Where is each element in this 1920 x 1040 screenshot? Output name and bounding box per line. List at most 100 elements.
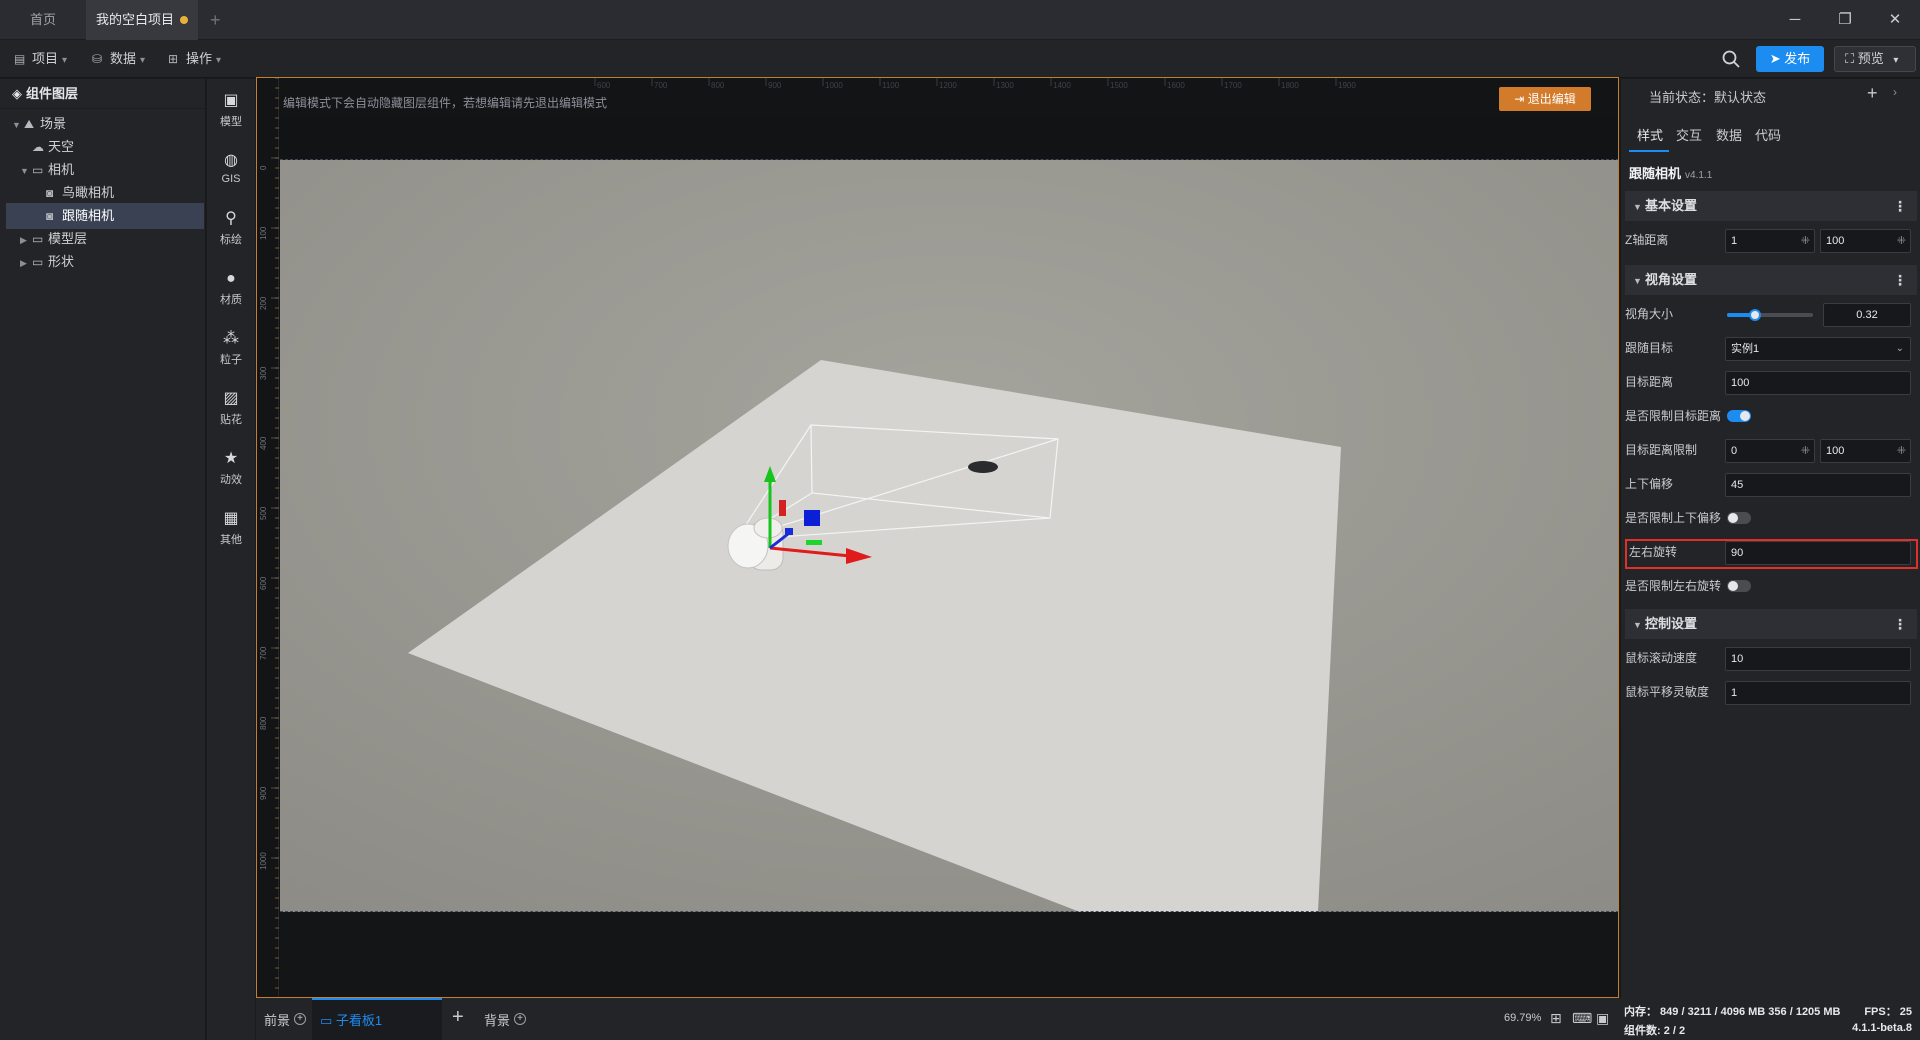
keyboard-icon[interactable]: ⌨ xyxy=(1572,1010,1592,1027)
follow-target-select[interactable]: 实例1 ⌄ xyxy=(1725,337,1911,361)
section-control[interactable]: ▼ 控制设置 ⋮ xyxy=(1625,609,1917,639)
add-board-button[interactable]: + xyxy=(452,1006,464,1029)
ruler-tick-label: 1000 xyxy=(259,852,268,870)
publish-button[interactable]: ➤ 发布 xyxy=(1756,46,1824,72)
pin-icon: ⚲ xyxy=(225,210,237,227)
ruler-tick-label: 1900 xyxy=(1338,81,1356,90)
z-distance-max-input[interactable]: 100 ⁜ xyxy=(1820,229,1911,253)
collapse-arrow-icon: ▼ xyxy=(1633,620,1642,630)
car-model xyxy=(968,461,998,473)
tab-data[interactable]: 数据 xyxy=(1716,125,1742,144)
exit-edit-button[interactable]: ⇥ 退出编辑 xyxy=(1499,87,1591,111)
rail-item-plot[interactable]: ⚲ 标绘 xyxy=(207,209,255,247)
rail-item-gis[interactable]: ◍ GIS xyxy=(207,151,255,185)
field-value: 1 xyxy=(1731,235,1738,247)
menu-project[interactable]: ▤ 项目 ▾ xyxy=(14,40,67,78)
target-distance-input[interactable]: 100 xyxy=(1725,371,1911,395)
add-circle-icon[interactable]: + xyxy=(514,1013,527,1025)
current-state-label: 当前状态：默认状态 xyxy=(1649,90,1767,105)
tree-item-label: 天空 xyxy=(48,139,75,154)
globe-icon: ◍ xyxy=(224,152,238,169)
section-title: 视角设置 xyxy=(1645,272,1698,287)
stepper-icon[interactable]: ⁜ xyxy=(1801,230,1810,252)
menu-operations[interactable]: ⊞ 操作 ▾ xyxy=(168,40,221,78)
z-distance-min-input[interactable]: 1 ⁜ xyxy=(1725,229,1815,253)
tree-item-label: 模型层 xyxy=(48,231,88,246)
section-view[interactable]: ▼ 视角设置 ⋮ xyxy=(1625,265,1917,295)
menu-data[interactable]: ⛁ 数据 ▾ xyxy=(92,40,145,78)
rail-item-particle[interactable]: ⁂ 粒子 xyxy=(207,329,255,367)
foreground-tab[interactable]: 前景 + xyxy=(264,1010,307,1029)
rail-item-decal[interactable]: ▨ 贴花 xyxy=(207,389,255,427)
more-vertical-icon[interactable]: ⋮ xyxy=(1893,191,1907,221)
ruler-tick-label: 900 xyxy=(768,81,782,90)
send-icon: ➤ xyxy=(1769,51,1781,66)
stepper-icon[interactable]: ⁜ xyxy=(1801,440,1810,462)
fps-counter: FPS： 25 xyxy=(1864,1006,1912,1018)
rail-item-material[interactable]: ● 材质 xyxy=(207,269,255,307)
preview-button[interactable]: ⛶ 预览 ▾ xyxy=(1834,46,1916,72)
add-state-button[interactable]: + xyxy=(1867,83,1878,104)
stepper-icon[interactable]: ⁜ xyxy=(1897,440,1906,462)
particle-icon: ⁂ xyxy=(223,330,239,347)
title-bar: 首页 我的空白项目 + ─ ❐ ✕ xyxy=(0,0,1920,40)
component-rail: ▣ 模型 ◍ GIS ⚲ 标绘 ● 材质 ⁂ 粒子 ▨ 贴花 ★ 动效 ▦ 其他 xyxy=(207,79,255,1040)
field-label: 左右旋转 xyxy=(1629,545,1678,559)
fov-value-input[interactable]: 0.32 xyxy=(1823,303,1911,327)
fit-screen-icon[interactable]: ⊞ xyxy=(1550,1010,1562,1027)
pan-sensitivity-input[interactable]: 1 xyxy=(1725,681,1911,705)
fullscreen-icon: ⛶ xyxy=(1845,51,1855,66)
field-label: 是否限制上下偏移 xyxy=(1625,511,1722,525)
monitor-icon: ▭ xyxy=(320,1013,333,1028)
editor-canvas[interactable]: 600 700 800 900 1000 1100 1200 1300 1400 1500 1600… xyxy=(256,77,1619,998)
target-distance-limit-max-input[interactable]: 100 ⁜ xyxy=(1820,439,1911,463)
row-fov: 视角大小 0.32 xyxy=(1625,301,1917,329)
horizontal-rotation-input[interactable]: 90 xyxy=(1725,541,1911,565)
slider-thumb[interactable] xyxy=(1748,309,1761,321)
field-label: 视角大小 xyxy=(1625,307,1674,321)
zoom-level: 69.79% xyxy=(1504,1012,1542,1024)
field-label: Z轴距离 xyxy=(1625,233,1669,247)
scroll-speed-input[interactable]: 10 xyxy=(1725,647,1911,671)
restore-button[interactable]: ❐ xyxy=(1822,0,1868,40)
3d-scene-viewport[interactable] xyxy=(280,160,1618,912)
limit-vertical-offset-toggle[interactable] xyxy=(1727,512,1751,524)
background-tab[interactable]: 背景 + xyxy=(484,1010,527,1029)
limit-horizontal-rotation-toggle[interactable] xyxy=(1727,580,1751,592)
tab-project[interactable]: 我的空白项目 xyxy=(86,0,198,40)
row-vertical-offset: 上下偏移 45 xyxy=(1625,471,1917,499)
more-vertical-icon[interactable]: ⋮ xyxy=(1893,609,1907,639)
more-vertical-icon[interactable]: ⋮ xyxy=(1893,265,1907,295)
exit-edit-label: 退出编辑 xyxy=(1527,92,1576,106)
tab-style[interactable]: 样式 xyxy=(1637,125,1663,144)
add-circle-icon[interactable]: + xyxy=(294,1013,307,1025)
rail-item-model[interactable]: ▣ 模型 xyxy=(207,91,255,129)
section-basic[interactable]: ▼ 基本设置 ⋮ xyxy=(1625,191,1917,221)
rail-item-other[interactable]: ▦ 其他 xyxy=(207,509,255,547)
close-window-button[interactable]: ✕ xyxy=(1872,0,1918,40)
rail-label: 贴花 xyxy=(220,414,242,426)
chevron-down-icon: ▾ xyxy=(216,55,222,66)
ruler-tick-label: 0 xyxy=(259,165,268,170)
stepper-icon[interactable]: ⁜ xyxy=(1897,230,1906,252)
limit-target-distance-toggle[interactable] xyxy=(1727,410,1751,422)
minimize-button[interactable]: ─ xyxy=(1772,0,1818,40)
image-icon: ▨ xyxy=(223,390,239,407)
expand-arrow-icon[interactable]: ▶ xyxy=(20,250,32,276)
tab-interaction[interactable]: 交互 xyxy=(1676,125,1702,144)
rail-item-effect[interactable]: ★ 动效 xyxy=(207,449,255,487)
new-tab-button[interactable]: + xyxy=(210,0,221,40)
terminal-icon[interactable]: ▣ xyxy=(1596,1010,1609,1027)
fov-slider[interactable] xyxy=(1727,309,1813,321)
sub-board-tab[interactable]: ▭ 子看板1 xyxy=(312,998,442,1040)
sub-board-label: 子看板1 xyxy=(335,1013,383,1028)
sphere-icon: ● xyxy=(226,270,236,287)
chevron-right-icon[interactable]: › xyxy=(1893,85,1897,99)
tab-home[interactable]: 首页 xyxy=(16,0,86,40)
target-distance-limit-min-input[interactable]: 0 ⁜ xyxy=(1725,439,1815,463)
tree-item-shape[interactable]: ▶ ▭ 形状 xyxy=(6,249,204,275)
tab-code[interactable]: 代码 xyxy=(1755,125,1781,144)
vertical-offset-input[interactable]: 45 xyxy=(1725,473,1911,497)
chevron-down-icon: ▾ xyxy=(1893,55,1899,66)
search-icon[interactable] xyxy=(1720,48,1742,70)
